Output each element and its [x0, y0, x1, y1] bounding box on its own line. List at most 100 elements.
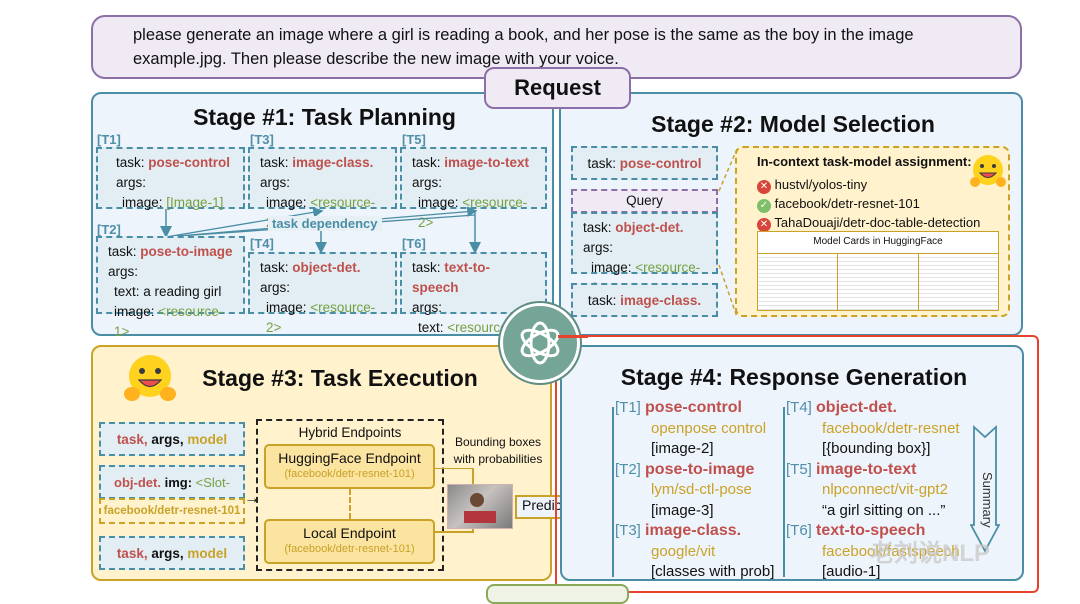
model-candidate: ✕ hustvl/yolos-tiny: [757, 175, 980, 194]
highlight-corner: [558, 335, 588, 338]
result-task: image-class.: [645, 522, 742, 539]
args-key: args:: [260, 280, 291, 295]
result-item-t4: [T4] object-det.: [786, 398, 960, 419]
result-item-t3: [T3] image-class.: [615, 521, 774, 542]
watermark-text: 老刘说NLP: [870, 540, 990, 567]
stage1-title: Stage #1: Task Planning: [193, 104, 456, 130]
result-output: [{bounding box}]: [822, 440, 931, 457]
request-label: Request: [484, 67, 631, 109]
model-cards-title: Model Cards in HuggingFace: [758, 232, 998, 254]
args-token: args,: [151, 546, 184, 561]
reject-icon: ✕: [757, 218, 771, 232]
stage2-task-image-class: task: image-class.: [571, 283, 718, 317]
summary-label: Summary: [980, 472, 995, 528]
hybrid-endpoints-title: Hybrid Endpoints: [298, 425, 402, 440]
huggingface-endpoint: HuggingFace Endpoint (facebook/detr-resn…: [264, 444, 435, 489]
model-cards-panel: Model Cards in HuggingFace: [757, 231, 999, 311]
check-icon: ✓: [757, 199, 771, 213]
task-key: task:: [260, 260, 289, 275]
girl-head-shape: [470, 493, 484, 507]
arg-key: text:: [418, 320, 444, 335]
task-dependency-label: task dependency: [268, 216, 382, 231]
task-box-t2: task: pose-to-image args: text: a readin…: [96, 236, 245, 339]
arg-key: image:: [591, 260, 632, 275]
results-column-1: [T1] pose-control openpose control [imag…: [615, 398, 774, 583]
result-id: [T2]: [615, 460, 641, 478]
result-id: [T1]: [615, 399, 641, 416]
arg-value: a reading girl: [143, 284, 222, 299]
model-card-thumbnail: [758, 254, 839, 310]
task-key: task:: [108, 244, 137, 259]
result-output: [image-3]: [651, 501, 714, 519]
bounding-box-caption: Bounding boxes with probabilities: [446, 434, 550, 468]
model-name: TahaDouaji/detr-doc-table-detection: [774, 215, 981, 230]
result-task: pose-control: [645, 399, 742, 416]
task-id-t2: [T2]: [97, 222, 121, 237]
endpoint-model: (facebook/detr-resnet-101): [284, 543, 415, 555]
task-key: task:: [583, 220, 612, 235]
huggingface-logo-icon: [122, 353, 178, 405]
results-bracket-2: [783, 407, 785, 577]
arg-key: image:: [266, 300, 307, 315]
result-task: image-to-text: [816, 460, 917, 478]
result-id: [T6]: [786, 522, 812, 539]
result-id: [T3]: [615, 522, 641, 539]
args-key: args:: [116, 175, 147, 190]
task-id-t6: [T6]: [402, 236, 426, 251]
task-id-t1: [T1]: [97, 132, 121, 147]
result-model: nlpconnect/vit-gpt2: [822, 481, 948, 498]
results-bracket-1: [612, 407, 614, 577]
task-key: task:: [412, 260, 441, 275]
args-key: args:: [583, 240, 614, 255]
book-shape: [464, 511, 496, 523]
task-name: object-det.: [292, 260, 361, 275]
task-box-t3: task: image-class. args: image: <resourc…: [248, 147, 397, 230]
model-card-thumbnail: [838, 254, 919, 310]
caption-line: Bounding boxes: [454, 435, 542, 449]
result-output: “a girl sitting on ...”: [822, 501, 946, 519]
model-candidate: ✓ facebook/detr-resnet-101: [757, 194, 980, 213]
candidate-models-list: ✕ hustvl/yolos-tiny ✓ facebook/detr-resn…: [757, 175, 980, 232]
task-id-t5: [T5]: [402, 132, 426, 147]
stage3-title: Stage #3: Task Execution: [202, 365, 478, 391]
task-key: task:: [116, 155, 145, 170]
task-name: image-class.: [620, 293, 702, 308]
img-token: img:: [164, 475, 193, 490]
stage2-task-pose-control: task: pose-control: [571, 146, 718, 180]
task-box-t5: task: image-to-text args: image: <resour…: [400, 147, 547, 230]
result-model: facebook/detr-resnet: [822, 419, 960, 437]
model-token: model: [187, 546, 228, 561]
args-key: args:: [260, 175, 291, 190]
endpoint-name: HuggingFace Endpoint: [278, 450, 421, 466]
task-box-t1: task: pose-control args: image: [Image-1…: [96, 147, 245, 210]
bottom-partial-box: [486, 584, 629, 604]
result-id: [T5]: [786, 460, 812, 478]
query-box: task: object-det. args: image: <resource…: [571, 212, 718, 295]
task-key: task:: [260, 155, 289, 170]
task-id-t4: [T4]: [250, 236, 274, 251]
result-task: object-det.: [816, 399, 897, 416]
task-name: image-to-text: [444, 155, 530, 170]
model-card-thumbnails: [758, 254, 998, 310]
task-name: pose-to-image: [140, 244, 233, 259]
args-token: args,: [151, 432, 184, 447]
stage2-title: Stage #2: Model Selection: [651, 111, 935, 137]
result-model: lym/sd-ctl-pose: [651, 481, 752, 498]
task-key: task:: [412, 155, 441, 170]
model-name: hustvl/yolos-tiny: [774, 177, 868, 192]
args-key: args:: [108, 264, 139, 279]
model-token: model: [187, 432, 228, 447]
local-endpoint: Local Endpoint (facebook/detr-resnet-101…: [264, 519, 435, 564]
execution-input-1: task, args, model: [99, 422, 245, 456]
reject-icon: ✕: [757, 180, 771, 194]
arg-key: image:: [114, 304, 155, 319]
assignment-title: In-context task-model assignment:: [757, 154, 972, 169]
model-assignment-box: In-context task-model assignment: ✕ hust…: [735, 146, 1010, 317]
task-key: task:: [587, 293, 617, 308]
result-item-t1: [T1] pose-control: [615, 398, 774, 419]
model-candidate: ✕ TahaDouaji/detr-doc-table-detection: [757, 213, 980, 232]
query-label: Query: [571, 189, 718, 213]
execution-input-2: obj-det. img: <Slot-2>: [99, 465, 245, 514]
arg-key: text:: [114, 284, 140, 299]
endpoint-name: Local Endpoint: [303, 525, 396, 541]
